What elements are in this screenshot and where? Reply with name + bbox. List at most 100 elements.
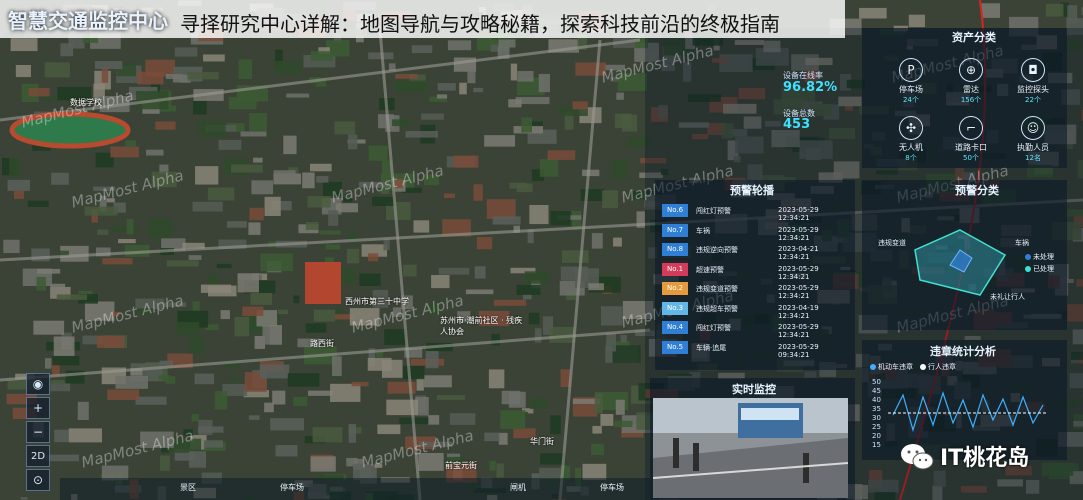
alert-name: 超速预警 <box>696 265 724 274</box>
alert-time: 2023-05-29 12:34:21 <box>778 284 819 300</box>
staff-icon: ☺ <box>1021 116 1045 140</box>
alert-row[interactable]: No.3 违规超车预警 2023-04-19 12:34:21 <box>660 301 845 320</box>
asset-count: 50个 <box>963 154 979 162</box>
map-label: 苏州市·潮前社区 · 残疾人协会 <box>440 316 523 336</box>
alert-name: 车辆·追尾 <box>696 343 727 352</box>
alert-time: 2023-04-19 12:34:21 <box>778 303 819 320</box>
app-title: 智慧交通监控中心 <box>8 9 168 33</box>
radar-axis-label: 违规变道 <box>878 239 906 247</box>
alert-no-badge: No.6 <box>662 204 688 217</box>
asset-item[interactable]: ⌐ 道路卡口 50个 <box>948 116 994 163</box>
alert-name: 违规超车预警 <box>696 304 738 313</box>
alert-time: 2023-05-29 09:34:21 <box>778 342 819 359</box>
y-tick-label: 15 <box>872 441 881 449</box>
alert-no-badge: No.2 <box>662 282 688 295</box>
radar-axis-label: 车祸 <box>1015 239 1029 247</box>
alert-no-badge: No.8 <box>662 243 688 256</box>
asset-label: 道路卡口 <box>955 143 987 152</box>
parking-icon: P <box>899 58 923 82</box>
y-tick-label: 30 <box>872 414 881 422</box>
online-rate-value: 96.82% <box>783 80 838 95</box>
alert-name: 闯红灯预警 <box>696 324 731 332</box>
map-label: 路西街 <box>310 339 334 348</box>
radar-icon: ⊕ <box>959 58 983 82</box>
alert-time: 2023-05-29 12:34:21 <box>778 323 819 339</box>
y-tick-label: 35 <box>872 405 881 413</box>
alert-time: 2023-05-29 12:34:21 <box>778 225 819 242</box>
legend-label: 未处理 <box>1033 253 1054 261</box>
alert-row[interactable]: No.7 车祸 2023-05-29 12:34:21 <box>660 223 845 242</box>
alert-no-badge: No.5 <box>662 340 688 354</box>
realtime-title: 实时监控 <box>732 383 776 396</box>
asset-item[interactable]: ☺ 执勤人员 12名 <box>1010 116 1056 163</box>
asset-panel-title: 资产分类 <box>952 31 996 44</box>
alert-row[interactable]: No.4 闯红灯预警 2023-05-29 12:34:21 <box>660 321 845 339</box>
wechat-icon <box>901 444 934 470</box>
toolbar-item[interactable]: 停车场 <box>600 482 624 493</box>
legend-label: 机动车违章 <box>878 363 913 371</box>
asset-label: 监控探头 <box>1017 85 1049 94</box>
compass-icon[interactable]: ⊙ <box>26 469 50 491</box>
legend-dot <box>1025 254 1031 260</box>
y-tick-label: 50 <box>872 378 881 386</box>
violation-line-chart <box>888 391 1048 433</box>
alert-row[interactable]: No.2 违规变道预警 2023-05-29 12:34:21 <box>660 282 845 300</box>
wechat-account-label: IT桃花岛 <box>940 446 1030 471</box>
zoom-out-icon[interactable]: − <box>26 421 50 443</box>
bottom-toolbar <box>60 478 650 500</box>
alert-no-badge: No.7 <box>662 223 688 237</box>
view-2d-button[interactable]: 2D <box>26 445 50 467</box>
asset-count: 24个 <box>903 96 919 104</box>
device-total-value: 453 <box>783 117 811 132</box>
asset-count: 156个 <box>960 96 982 104</box>
alert-panel-title: 预警轮播 <box>730 184 774 197</box>
alert-row[interactable]: No.1 超速预警 2023-05-29 12:34:21 <box>660 262 845 281</box>
alert-time: 2023-05-29 12:34:21 <box>778 206 819 222</box>
alert-time: 2023-04-21 12:34:21 <box>778 245 819 261</box>
toolbar-item[interactable]: 停车场 <box>280 482 304 493</box>
legend-unhandled: 未处理 <box>1025 252 1054 262</box>
asset-label: 执勤人员 <box>1017 143 1049 152</box>
map-label: 前宝元街 <box>445 461 477 470</box>
alert-no-badge: No.4 <box>662 321 688 334</box>
alert-no-badge: No.3 <box>662 301 688 315</box>
drone-icon: ✣ <box>899 116 923 140</box>
y-tick-label: 40 <box>872 396 881 404</box>
violation-title: 违章统计分析 <box>930 345 996 358</box>
map-label: 华门街 <box>530 437 554 446</box>
y-tick-label: 25 <box>872 423 881 431</box>
alert-row[interactable]: No.8 违规逆向预警 2023-04-21 12:34:21 <box>660 243 845 261</box>
legend-dot <box>920 364 926 370</box>
camera-feed[interactable] <box>653 398 848 498</box>
asset-item[interactable]: ⊕ 雷达 156个 <box>948 58 994 105</box>
alert-time: 2023-05-29 12:34:21 <box>778 264 819 281</box>
map-label: 数据学校 <box>70 98 102 107</box>
zoom-in-icon[interactable]: + <box>26 397 50 419</box>
alert-name: 闯红灯预警 <box>696 207 731 215</box>
asset-item[interactable]: ✣ 无人机 8个 <box>888 116 934 163</box>
asset-label: 雷达 <box>963 85 979 94</box>
alert-name: 违规逆向预警 <box>696 246 738 254</box>
alert-name: 车祸 <box>696 226 710 235</box>
legend-label: 已处理 <box>1033 265 1054 273</box>
y-tick-label: 45 <box>872 387 881 395</box>
alert-name: 违规变道预警 <box>696 285 738 293</box>
camera-icon: ◘ <box>1021 58 1045 82</box>
radar-axis-label: 未礼让行人 <box>990 293 1025 301</box>
asset-item[interactable]: ◘ 监控探头 22个 <box>1010 58 1056 105</box>
toolbar-item[interactable]: 景区 <box>180 482 196 493</box>
alert-row[interactable]: No.6 闯红灯预警 2023-05-29 12:34:21 <box>660 204 845 222</box>
legend-vehicle: 机动车违章 <box>870 362 913 372</box>
legend-label: 行人违章 <box>928 363 956 371</box>
globe-icon[interactable]: ◉ <box>26 373 50 395</box>
legend-pedestrian: 行人违章 <box>920 362 956 372</box>
asset-count: 8个 <box>905 154 917 162</box>
y-tick-label: 20 <box>872 432 881 440</box>
asset-count: 12名 <box>1025 154 1041 162</box>
alert-row[interactable]: No.5 车辆·追尾 2023-05-29 09:34:21 <box>660 340 845 359</box>
asset-label: 停车场 <box>899 85 923 94</box>
toolbar-item[interactable]: 闸机 <box>510 482 526 493</box>
asset-label: 无人机 <box>899 143 923 152</box>
legend-handled: 已处理 <box>1025 264 1054 274</box>
asset-item[interactable]: P 停车场 24个 <box>888 58 934 105</box>
